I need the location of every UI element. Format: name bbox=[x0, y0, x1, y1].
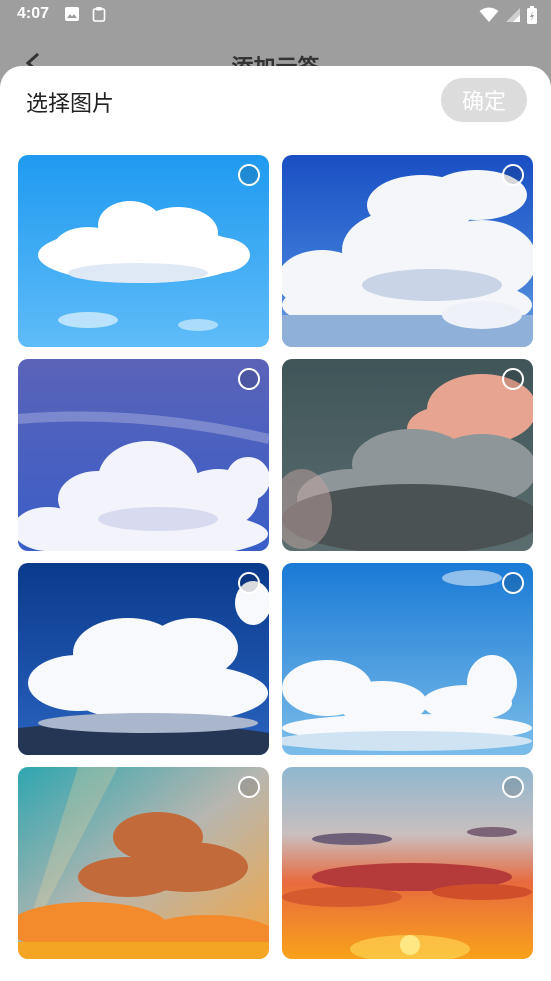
image-tile[interactable] bbox=[18, 563, 269, 755]
image-picker-sheet: 选择图片 确定 bbox=[0, 66, 551, 981]
image-tile[interactable] bbox=[282, 563, 533, 755]
cloud-image bbox=[282, 359, 533, 551]
cloud-image bbox=[282, 767, 533, 959]
image-icon bbox=[64, 6, 80, 27]
image-tile[interactable] bbox=[282, 359, 533, 551]
cloud-image bbox=[18, 767, 269, 959]
select-radio[interactable] bbox=[502, 368, 524, 390]
cloud-image bbox=[18, 563, 269, 755]
signal-icon bbox=[505, 7, 521, 28]
select-radio[interactable] bbox=[238, 776, 260, 798]
confirm-button[interactable]: 确定 bbox=[441, 78, 527, 122]
select-radio[interactable] bbox=[502, 776, 524, 798]
select-radio[interactable] bbox=[238, 368, 260, 390]
wifi-icon bbox=[479, 7, 499, 28]
battery-icon bbox=[527, 6, 537, 29]
cloud-image bbox=[18, 155, 269, 347]
clipboard-icon bbox=[92, 6, 106, 27]
select-radio[interactable] bbox=[238, 164, 260, 186]
image-tile[interactable] bbox=[18, 767, 269, 959]
image-tile[interactable] bbox=[282, 155, 533, 347]
cloud-image bbox=[282, 155, 533, 347]
status-bar: 4:07 bbox=[0, 0, 551, 30]
image-tile[interactable] bbox=[18, 359, 269, 551]
cloud-image bbox=[282, 563, 533, 755]
status-time: 4:07 bbox=[17, 5, 50, 22]
select-radio[interactable] bbox=[502, 572, 524, 594]
select-radio[interactable] bbox=[238, 572, 260, 594]
cloud-image bbox=[18, 359, 269, 551]
sheet-title: 选择图片 bbox=[26, 92, 115, 117]
select-radio[interactable] bbox=[502, 164, 524, 186]
image-tile[interactable] bbox=[18, 155, 269, 347]
image-tile[interactable] bbox=[282, 767, 533, 959]
